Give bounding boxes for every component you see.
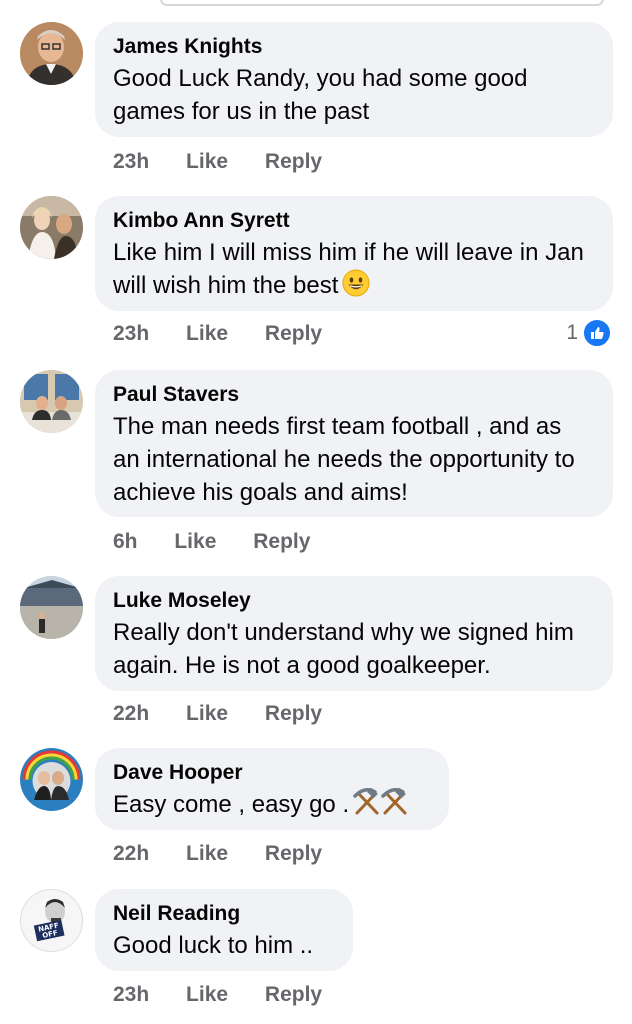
comment-author[interactable]: Neil Reading — [113, 901, 333, 927]
avatar-photo-icon — [20, 576, 83, 639]
previous-comment-bubble-edge — [160, 0, 604, 6]
comment-text: Good luck to him .. — [113, 932, 314, 959]
avatar[interactable] — [20, 370, 83, 433]
comment-actions: 23h Like Reply — [113, 322, 353, 346]
reply-button[interactable]: Reply — [265, 702, 322, 725]
comment-author[interactable]: Luke Moseley — [113, 588, 593, 614]
comment-timestamp[interactable]: 23h — [113, 983, 149, 1006]
avatar[interactable] — [20, 22, 83, 85]
comment-bubble: Luke Moseley Really don't understand why… — [95, 576, 613, 691]
comment-bubble: James Knights Good Luck Randy, you had s… — [95, 22, 613, 137]
avatar[interactable]: NAFF OFF — [20, 889, 83, 952]
comment-actions: 22h Like Reply — [113, 842, 353, 866]
comment-text-wrapper: Like him I will miss him if he will leav… — [113, 236, 593, 306]
comment-timestamp[interactable]: 23h — [113, 150, 149, 173]
hammer-and-pick-emoji-icon — [353, 787, 409, 825]
comment-author[interactable]: Dave Hooper — [113, 760, 429, 786]
comment-bubble: Dave Hooper Easy come , easy go . — [95, 748, 449, 830]
comment-text-wrapper: Easy come , easy go . — [113, 787, 429, 825]
like-button[interactable]: Like — [174, 530, 216, 553]
like-button[interactable]: Like — [186, 322, 228, 345]
avatar[interactable] — [20, 196, 83, 259]
comment-actions: 6h Like Reply — [113, 530, 341, 554]
avatar-photo-icon — [20, 22, 83, 85]
comment-text: Easy come , easy go . — [113, 791, 350, 818]
like-button[interactable]: Like — [186, 150, 228, 173]
avatar[interactable] — [20, 576, 83, 639]
comment-author[interactable]: Paul Stavers — [113, 382, 593, 408]
comment-timestamp[interactable]: 23h — [113, 322, 149, 345]
like-button[interactable]: Like — [186, 702, 228, 725]
comment-bubble: Kimbo Ann Syrett Like him I will miss hi… — [95, 196, 613, 311]
comment-timestamp[interactable]: 22h — [113, 702, 149, 725]
reaction-count: 1 — [566, 321, 578, 344]
reply-button[interactable]: Reply — [265, 150, 322, 173]
comment-text: The man needs first team football , and … — [113, 413, 575, 506]
avatar-photo-icon — [20, 196, 83, 259]
comment-actions: 22h Like Reply — [113, 702, 353, 726]
like-button[interactable]: Like — [186, 983, 228, 1006]
grinning-face-emoji-icon — [342, 269, 370, 306]
comment-author[interactable]: James Knights — [113, 34, 593, 60]
naff-off-logo: NAFF OFF — [21, 890, 82, 951]
comment-text: Really don't understand why we signed hi… — [113, 619, 574, 679]
comment-timestamp[interactable]: 22h — [113, 842, 149, 865]
comment-timestamp[interactable]: 6h — [113, 530, 138, 553]
comment-text: Good Luck Randy, you had some good games… — [113, 65, 528, 125]
reaction-summary[interactable]: 1 — [566, 318, 612, 348]
comment-actions: 23h Like Reply — [113, 983, 353, 1007]
reply-button[interactable]: Reply — [265, 322, 322, 345]
avatar[interactable] — [20, 748, 83, 811]
avatar-photo-icon — [20, 370, 83, 433]
comment-bubble: Neil Reading Good luck to him .. — [95, 889, 353, 971]
comment-author[interactable]: Kimbo Ann Syrett — [113, 208, 593, 234]
comment-bubble: Paul Stavers The man needs first team fo… — [95, 370, 613, 517]
comment-actions: 23h Like Reply — [113, 150, 353, 174]
reply-button[interactable]: Reply — [265, 842, 322, 865]
like-reaction-icon — [582, 318, 612, 348]
avatar-photo-icon — [20, 748, 83, 811]
reply-button[interactable]: Reply — [265, 983, 322, 1006]
like-button[interactable]: Like — [186, 842, 228, 865]
reply-button[interactable]: Reply — [253, 530, 310, 553]
